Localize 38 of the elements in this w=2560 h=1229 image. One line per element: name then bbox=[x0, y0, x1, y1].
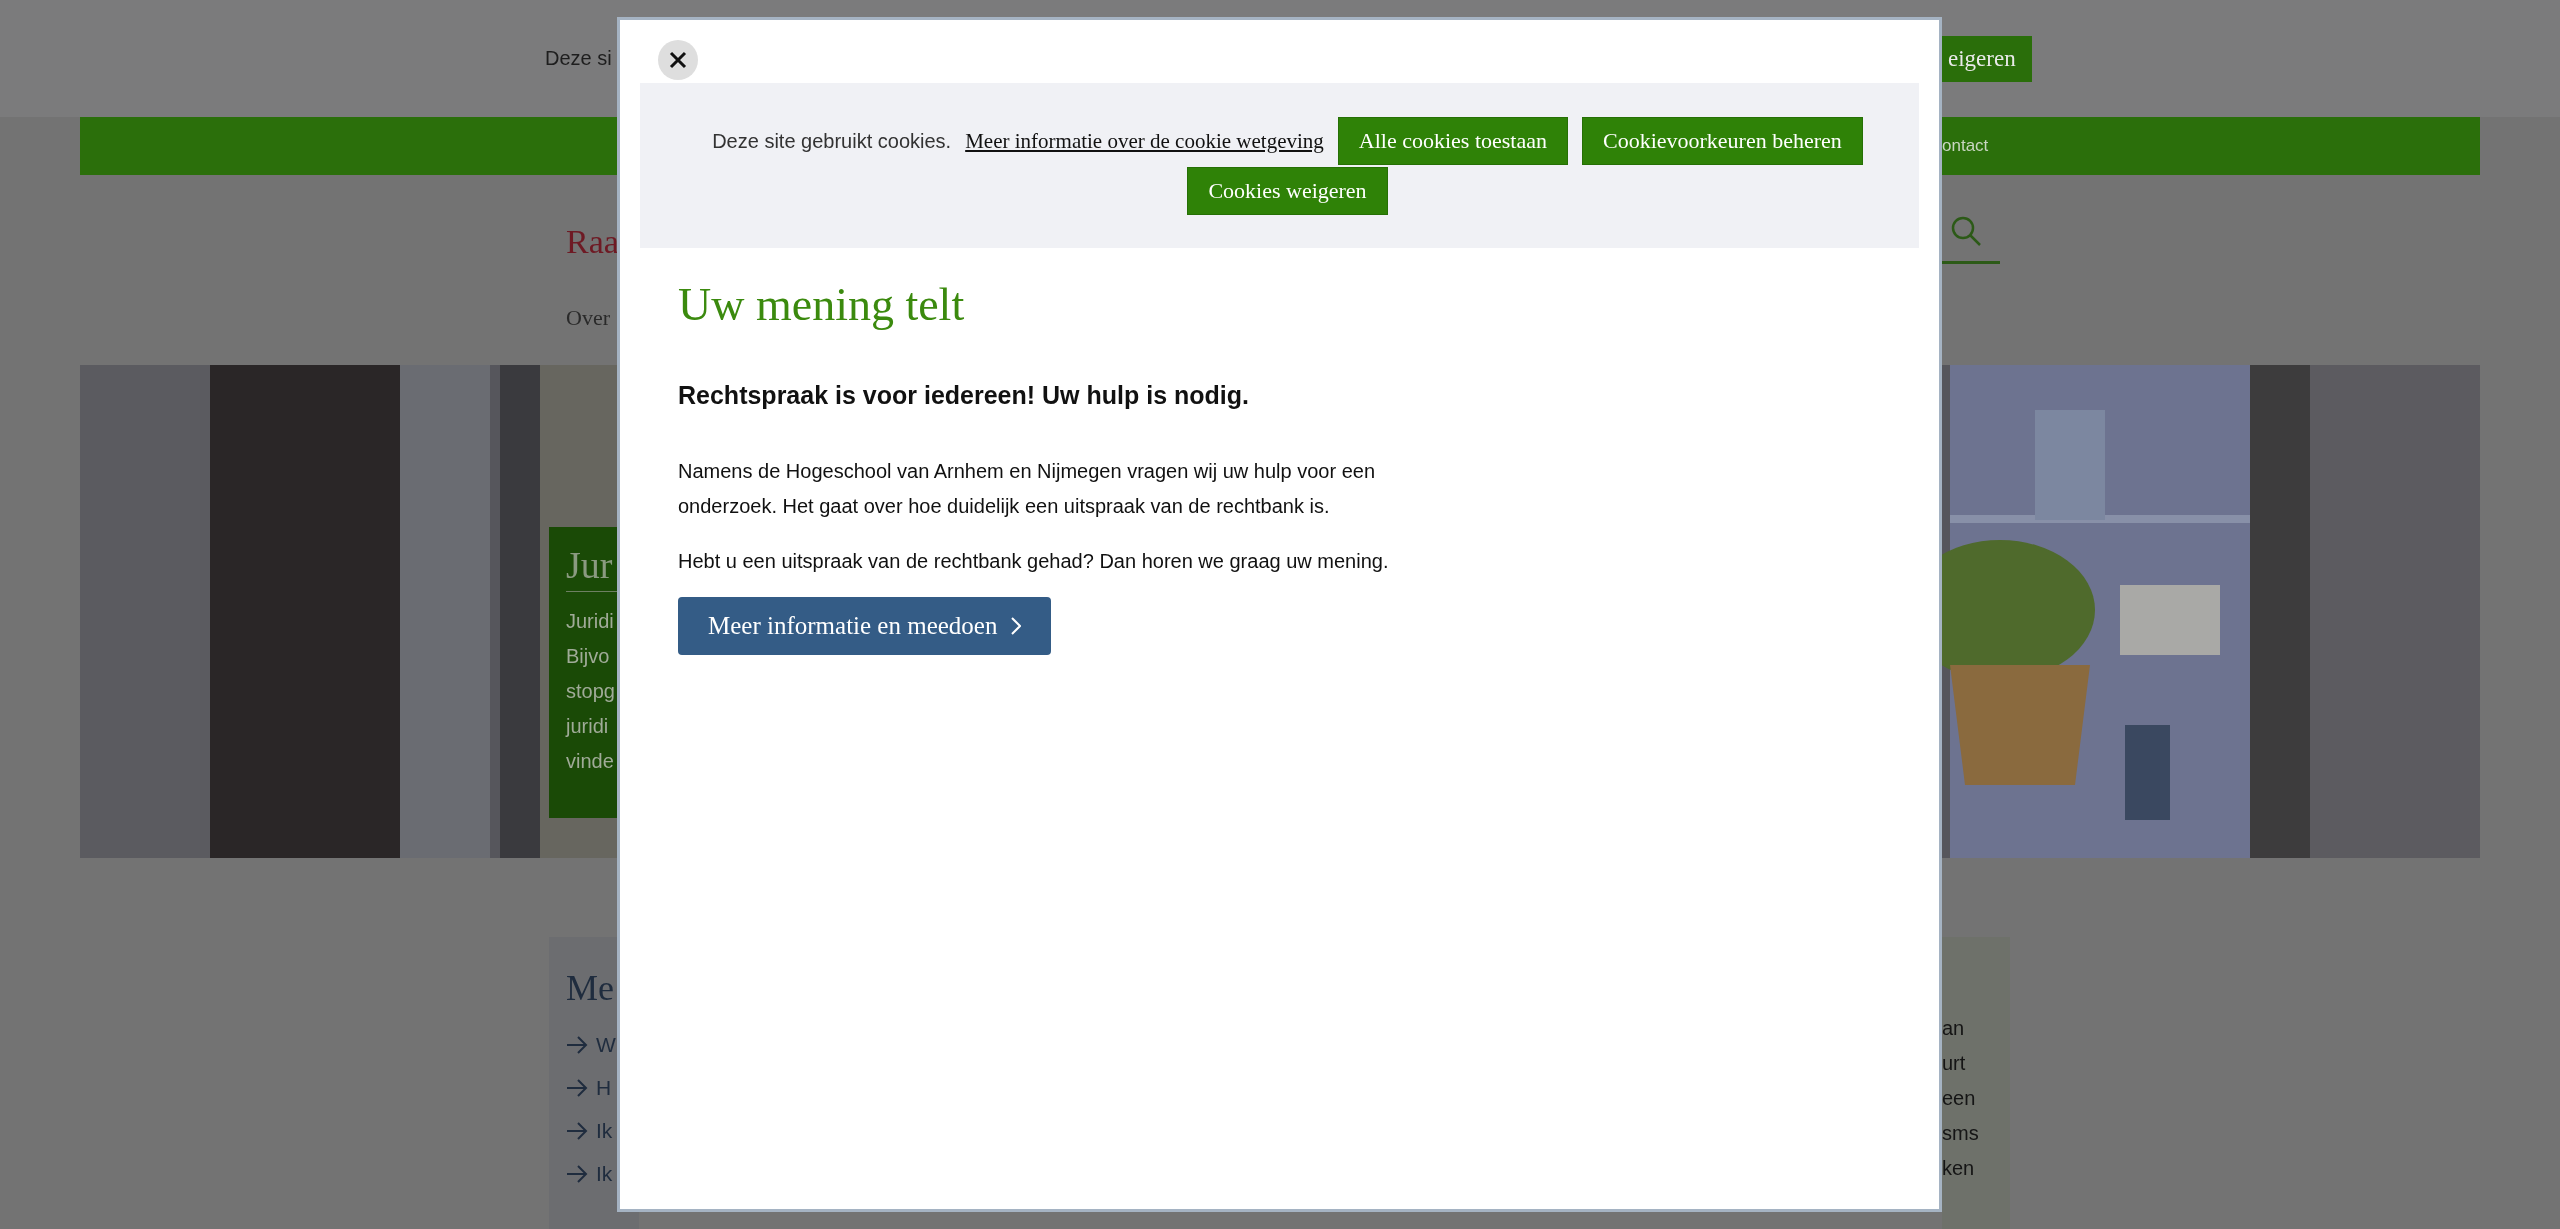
card-text: juridi bbox=[566, 714, 610, 739]
search-icon bbox=[1950, 215, 1982, 247]
arrow-icon bbox=[566, 1035, 588, 1054]
arrow-icon bbox=[566, 1121, 588, 1140]
modal-subtitle: Rechtspraak is voor iedereen! Uw hulp is nodig. bbox=[678, 381, 1250, 410]
refuse-button[interactable]: eigeren bbox=[1942, 35, 2032, 82]
card-link[interactable]: H bbox=[596, 1075, 612, 1100]
card-text: een bbox=[1942, 1086, 1977, 1111]
cookie-button[interactable]: Cookies weigeren bbox=[1187, 167, 1388, 215]
card-text: stopg bbox=[566, 679, 616, 704]
card-link[interactable]: Ik bbox=[596, 1118, 613, 1143]
more-info-button[interactable]: Meer informatie en meedoen bbox=[678, 597, 1052, 655]
card-text: ken bbox=[1942, 1156, 1976, 1181]
cookie-text: Deze si bbox=[545, 47, 612, 69]
card-text: vinde bbox=[566, 749, 615, 774]
cookie-text: Deze site gebruikt cookies. bbox=[712, 129, 952, 153]
paragraph: Namens de Hogeschool van Arnhem en Nijmegen vragen wij uw hulp voor een onderzoek. Het gaat over hoe duidelijk een uitspraak van de rechtbank is. bbox=[678, 459, 1377, 519]
card-text: Bijvo bbox=[566, 644, 611, 669]
card-text: urt bbox=[1942, 1051, 1967, 1076]
card-link[interactable]: Ik bbox=[596, 1161, 613, 1186]
card-text: sms bbox=[1942, 1121, 1980, 1146]
modal-title: Uw mening telt bbox=[678, 278, 966, 331]
arrow-icon bbox=[566, 1164, 588, 1183]
close-button[interactable] bbox=[658, 40, 698, 80]
cookie-button[interactable]: Cookievoorkeuren beheren bbox=[1581, 117, 1863, 165]
menu-item[interactable]: Over bbox=[566, 305, 617, 331]
card-title: Me bbox=[566, 967, 615, 1009]
arrow-icon bbox=[566, 1078, 588, 1097]
paragraph: Hebt u een uitspraak van de rechtbank gehad? Dan horen we graag uw mening. bbox=[678, 549, 1390, 574]
card-text: Juridi bbox=[566, 609, 615, 634]
close-icon bbox=[669, 51, 687, 69]
card-text: an bbox=[1942, 1016, 1966, 1041]
cookie-button[interactable]: Alle cookies toestaan bbox=[1337, 117, 1568, 165]
chevron-icon bbox=[1011, 617, 1022, 635]
card-link[interactable]: W bbox=[596, 1032, 616, 1057]
nav-link[interactable]: ontact bbox=[1942, 136, 1989, 156]
logo-text[interactable]: Raa bbox=[566, 223, 617, 261]
cookie-info-link[interactable]: Meer informatie over de cookie wetgeving bbox=[965, 128, 1324, 154]
